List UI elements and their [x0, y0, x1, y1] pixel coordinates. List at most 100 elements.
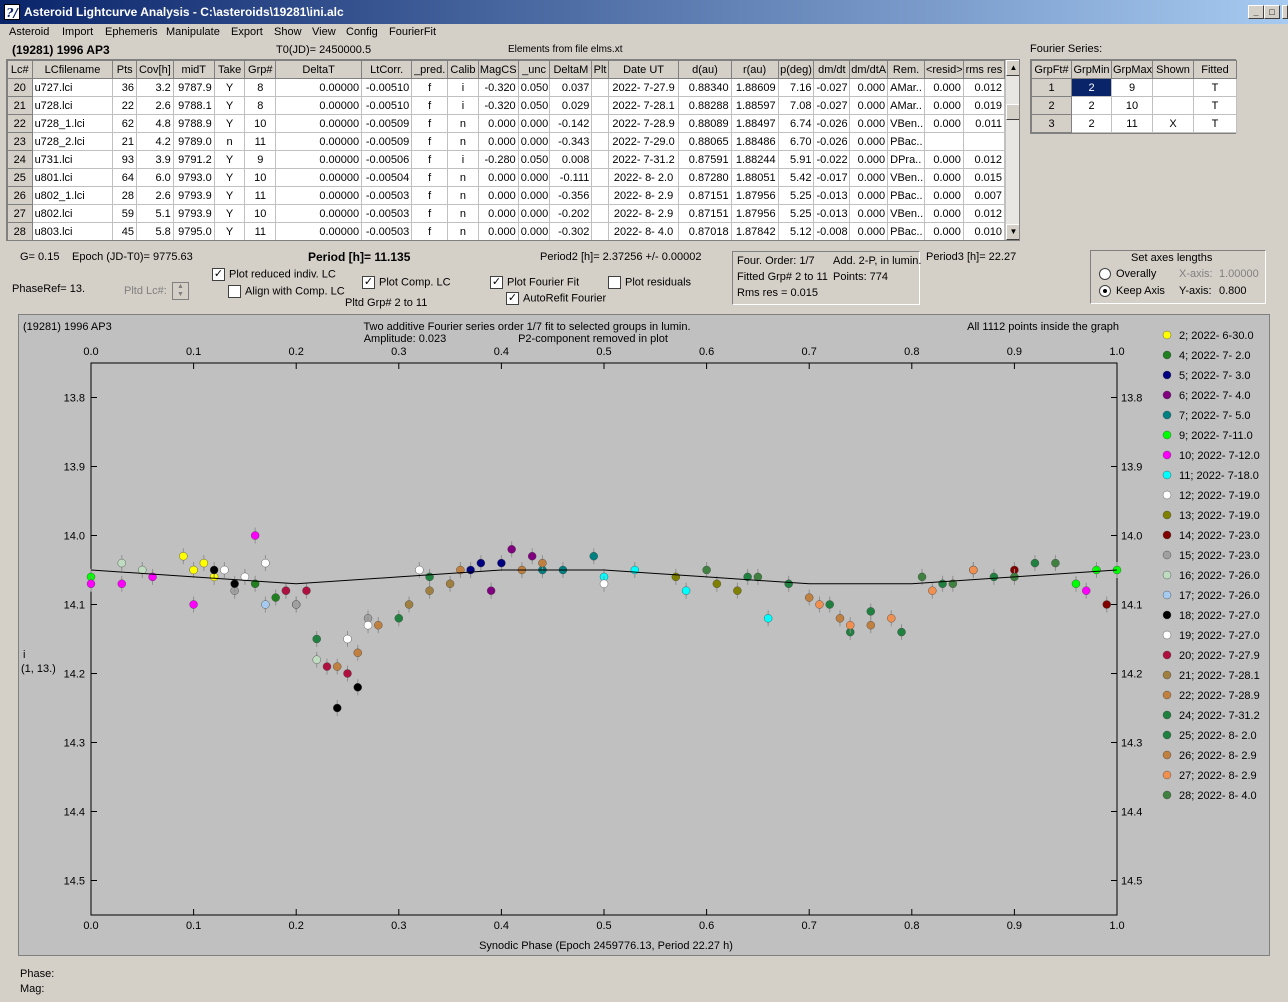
lc-cell[interactable]: 0.88065: [678, 132, 732, 151]
lc-cell[interactable]: 0.050: [517, 150, 551, 169]
lc-cell[interactable]: -0.022: [813, 150, 851, 169]
menu-asteroid[interactable]: Asteroid: [9, 26, 49, 38]
lc-cell[interactable]: i: [447, 150, 479, 169]
lc-cell[interactable]: 2022- 7-27.9: [607, 78, 680, 97]
fourier-cell[interactable]: [1152, 96, 1194, 115]
lc-cell[interactable]: 0.88089: [678, 114, 732, 133]
lc-cell[interactable]: 1.88597: [730, 96, 779, 115]
lc-col-header[interactable]: Cov[h]: [135, 60, 174, 79]
lc-cell[interactable]: -0.026: [813, 132, 851, 151]
lc-cell[interactable]: 0.87151: [678, 204, 732, 223]
lc-col-header[interactable]: dm/dtA: [849, 60, 889, 79]
lc-cell[interactable]: f: [411, 114, 449, 133]
lc-col-header[interactable]: Pts: [112, 60, 137, 79]
lc-cell[interactable]: Y: [213, 96, 246, 115]
lc-table[interactable]: Lc# LCfilename Pts Cov[h] midT Take Grp# DeltaT…: [7, 60, 1006, 240]
lc-cell[interactable]: 11: [244, 186, 277, 205]
lc-cell[interactable]: Y: [213, 186, 246, 205]
fourier-cell[interactable]: T: [1193, 114, 1237, 133]
lc-cell[interactable]: 0.050: [517, 78, 551, 97]
menu-config[interactable]: Config: [346, 26, 378, 38]
menu-show[interactable]: Show: [274, 26, 302, 38]
fourier-row-header[interactable]: 3: [1031, 114, 1072, 133]
lc-cell[interactable]: 0.000: [477, 222, 519, 240]
lc-cell[interactable]: 0.000: [923, 78, 964, 97]
lc-cell[interactable]: 28: [112, 186, 137, 205]
maximize-button[interactable]: □: [1264, 5, 1280, 19]
lc-cell[interactable]: 2022- 8- 2.9: [607, 186, 680, 205]
overally-radio[interactable]: Overally: [1099, 268, 1156, 281]
lc-cell[interactable]: 0.050: [517, 96, 551, 115]
lc-cell[interactable]: 0.000: [477, 132, 519, 151]
lc-cell[interactable]: 64: [112, 168, 137, 187]
lc-cell[interactable]: -0.027: [813, 96, 851, 115]
lc-cell[interactable]: f: [411, 222, 449, 240]
lc-cell[interactable]: 1.88486: [730, 132, 779, 151]
lc-cell[interactable]: Y: [213, 78, 246, 97]
lc-cell[interactable]: 0.000: [517, 132, 551, 151]
lc-cell[interactable]: 0.007: [962, 186, 1006, 205]
lc-cell[interactable]: -0.017: [813, 168, 851, 187]
lc-cell[interactable]: 21: [112, 132, 137, 151]
plot-comp-checkbox[interactable]: ✓ Plot Comp. LC: [362, 276, 451, 289]
lc-cell[interactable]: 0.00000: [275, 114, 363, 133]
lc-col-header[interactable]: LCfilename: [31, 60, 114, 79]
menu-export[interactable]: Export: [231, 26, 263, 38]
menu-manipulate[interactable]: Manipulate: [166, 26, 220, 38]
lc-cell[interactable]: AMar..: [887, 78, 925, 97]
row-header[interactable]: 26: [7, 186, 33, 205]
lc-col-header[interactable]: d(au): [678, 60, 732, 79]
lc-col-header[interactable]: r(au): [730, 60, 779, 79]
lc-cell[interactable]: 9793.0: [172, 168, 215, 187]
lc-cell[interactable]: -0.013: [813, 186, 851, 205]
close-button[interactable]: [1282, 5, 1288, 19]
lc-cell[interactable]: 9: [244, 150, 277, 169]
lc-cell[interactable]: -0.027: [813, 78, 851, 97]
lc-cell[interactable]: 0.012: [962, 150, 1006, 169]
lc-cell[interactable]: Y: [213, 168, 246, 187]
lc-cell[interactable]: -0.00503: [361, 204, 413, 223]
lc-cell[interactable]: 0.87280: [678, 168, 732, 187]
lc-cell[interactable]: [962, 132, 1006, 151]
lc-cell[interactable]: 5.91: [777, 150, 815, 169]
lc-cell[interactable]: 0.000: [923, 96, 964, 115]
fourier-table[interactable]: GrpFt# GrpMin GrpMax Shown Fitted 1 2 9 T 2 2 10 T 3…: [1031, 60, 1237, 133]
lc-cell[interactable]: 22: [112, 96, 137, 115]
menu-ephemeris[interactable]: Ephemeris: [105, 26, 158, 38]
row-header[interactable]: 23: [7, 132, 33, 151]
lc-cell[interactable]: 0.000: [517, 168, 551, 187]
lc-col-header[interactable]: rms res: [962, 60, 1006, 79]
lc-cell[interactable]: [591, 186, 609, 205]
lc-col-header[interactable]: Date UT: [607, 60, 680, 79]
lc-table-row[interactable]: 24 u731.lci 93 3.9 9791.2 Y 9 0.00000 -0.00506 f i…: [7, 150, 1006, 169]
lc-cell[interactable]: 6.0: [135, 168, 174, 187]
lc-cell[interactable]: 1.88244: [730, 150, 779, 169]
lc-cell[interactable]: 9795.0: [172, 222, 215, 240]
lc-cell[interactable]: 0.000: [517, 114, 551, 133]
lc-cell[interactable]: 9793.9: [172, 186, 215, 205]
lc-col-header[interactable]: Plt: [591, 60, 609, 79]
lc-cell[interactable]: 11: [244, 222, 277, 240]
lc-cell[interactable]: 5.8: [135, 222, 174, 240]
lc-cell[interactable]: n: [213, 132, 246, 151]
lc-cell[interactable]: -0.343: [549, 132, 593, 151]
plot-reduced-checkbox[interactable]: ✓ Plot reduced indiv. LC: [212, 268, 336, 281]
lc-cell[interactable]: 0.008: [549, 150, 593, 169]
lc-cell[interactable]: 0.00000: [275, 186, 363, 205]
lc-table-row[interactable]: 25 u801.lci 64 6.0 9793.0 Y 10 0.00000 -0.00504 f…: [7, 168, 1006, 187]
fourier-cell[interactable]: 2: [1071, 96, 1112, 115]
fourier-cell[interactable]: 2: [1071, 78, 1112, 97]
lc-cell[interactable]: 2022- 8- 4.0: [607, 222, 680, 240]
lc-cell[interactable]: -0.280: [477, 150, 519, 169]
lc-cell[interactable]: f: [411, 78, 449, 97]
lc-cell[interactable]: f: [411, 168, 449, 187]
lc-cell[interactable]: f: [411, 96, 449, 115]
plot-residuals-checkbox[interactable]: Plot residuals: [608, 276, 691, 289]
lc-cell[interactable]: -0.00503: [361, 186, 413, 205]
fourier-cell[interactable]: 11: [1111, 114, 1153, 133]
row-header[interactable]: 21: [7, 96, 33, 115]
lc-cell[interactable]: DPra..: [887, 150, 925, 169]
lc-cell[interactable]: 0.000: [477, 168, 519, 187]
row-header[interactable]: 24: [7, 150, 33, 169]
scroll-down-icon[interactable]: ▼: [1006, 224, 1019, 240]
